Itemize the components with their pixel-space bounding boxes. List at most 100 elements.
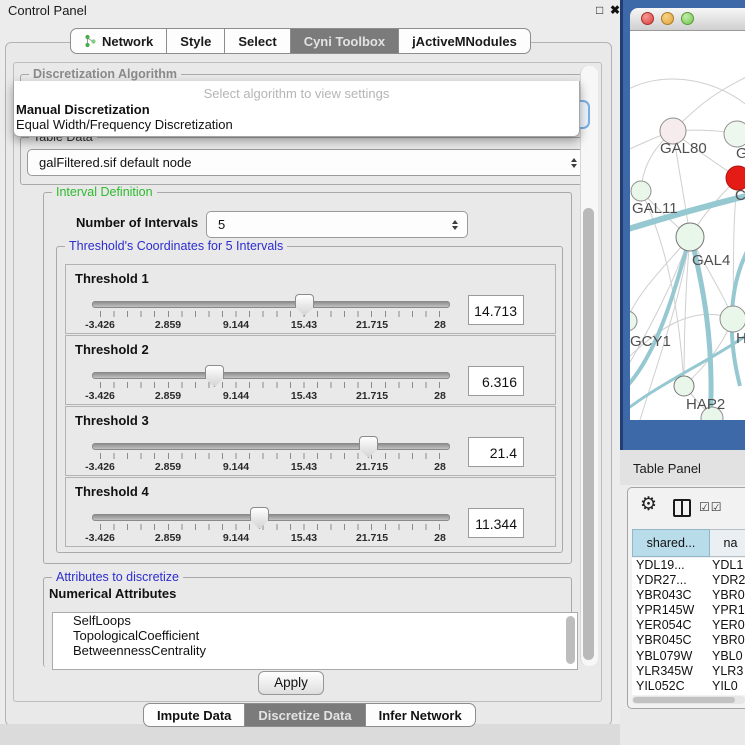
table-data-combo[interactable]: galFiltered.sif default node [27,149,587,176]
slider-track [92,514,450,521]
stepper-icon [452,220,458,230]
columns-icon[interactable] [673,499,691,517]
node-label: GAL11 [632,200,678,217]
num-intervals-combo[interactable]: 5 [206,211,468,238]
float-window-icon[interactable]: □ [596,3,603,17]
table-row[interactable]: YBR043CYBR0 [632,588,745,603]
close-icon[interactable]: ✖ [610,3,620,17]
network-window-titlebar[interactable] [630,8,745,31]
node-label: GAL80 [660,140,707,157]
table-row[interactable]: YBR045CYBR0 [632,633,745,648]
node-partial-top[interactable] [724,121,745,147]
tab-network[interactable]: Network [70,28,167,54]
list-item[interactable]: SelfLoops [53,613,577,628]
attributes-group-title: Attributes to discretize [52,570,183,584]
node-gcy1[interactable] [630,311,637,331]
tab-select[interactable]: Select [225,28,290,54]
tab-jactivemnodules[interactable]: jActiveMNodules [399,28,531,54]
list-item[interactable]: BetweennessCentrality [53,643,577,658]
tab-infer-network[interactable]: Infer Network [366,703,476,727]
table-body[interactable]: YDL19...YDL1 YDR27...YDR2 YBR043CYBR0 YP… [632,558,745,695]
table-data-combo-value: galFiltered.sif default node [28,155,571,170]
close-traffic-light[interactable] [641,12,654,25]
column-header-shared-name[interactable]: shared... [632,529,710,557]
slider-ticks [100,382,440,388]
zoom-traffic-light[interactable] [681,12,694,25]
network-canvas[interactable]: GAL80 GA C GAL11 GAL4 GCY1 H HAP2 [630,31,745,420]
threshold-3-value[interactable]: 21.4 [468,437,524,467]
threshold-2-value[interactable]: 6.316 [468,366,524,396]
tab-discretize-data[interactable]: Discretize Data [245,703,365,727]
threshold-2-slider[interactable]: -3.426 2.859 9.144 15.43 21.715 28 [92,364,448,402]
slider-track [92,372,450,379]
table-row[interactable]: YPR145WYPR1 [632,603,745,618]
cyni-bottom-tabs: Impute Data Discretize Data Infer Networ… [143,703,476,727]
slider-ticks [100,524,440,530]
table-row[interactable]: YIL052CYIL0 [632,679,745,694]
column-header-name[interactable]: na [710,529,745,557]
slider-ticks [100,311,440,317]
node-hap2[interactable] [674,376,694,396]
thresholds-group: Threshold's Coordinates for 5 Intervals … [56,246,563,553]
node-gal4[interactable] [676,223,704,251]
num-intervals-value: 5 [207,217,452,232]
apply-button[interactable]: Apply [258,671,324,695]
threshold-2-row: Threshold 2 -3.426 2.859 9.144 15.43 21.… [65,335,556,405]
tab-network-label: Network [102,34,153,49]
numerical-attributes-list[interactable]: SelfLoops TopologicalCoefficient Between… [52,612,578,670]
control-panel-titlebar: Control Panel □ ✖ [0,0,620,22]
minimize-traffic-light[interactable] [661,12,674,25]
node-label: GAL4 [692,252,730,269]
table-panel-background [620,709,745,745]
node-label: C [735,187,745,204]
table-row[interactable]: YBL079WYBL0 [632,649,745,664]
node-label: HAP2 [686,396,725,413]
stepper-icon [571,158,577,168]
list-item[interactable]: TopologicalCoefficient [53,628,577,643]
table-hscrollbar-thumb[interactable] [633,697,735,703]
bottom-background [0,724,620,745]
network-graph: GAL80 GA C GAL11 GAL4 GCY1 H HAP2 [630,31,745,420]
table-row[interactable]: YDR27...YDR2 [632,573,745,588]
tab-impute-data[interactable]: Impute Data [143,703,245,727]
threshold-4-slider[interactable]: -3.426 2.859 9.144 15.43 21.715 28 [92,506,448,544]
popup-option-manual[interactable]: Manual Discretization [16,102,150,117]
node-gal11[interactable] [631,181,651,201]
gear-icon[interactable]: ⚙ [640,494,657,516]
table-row[interactable]: YER054CYER0 [632,618,745,633]
node-label: GA [736,145,745,162]
numerical-attributes-label: Numerical Attributes [49,586,176,601]
threshold-1-value[interactable]: 14.713 [468,295,524,325]
node-h[interactable] [720,306,745,332]
table-row[interactable]: YLR345WYLR3 [632,664,745,679]
threshold-3-slider[interactable]: -3.426 2.859 9.144 15.43 21.715 28 [92,435,448,473]
popup-option-equal-width[interactable]: Equal Width/Frequency Discretization [16,117,233,132]
panel-scrollbar-thumb[interactable] [583,208,594,660]
table-row[interactable]: YDL19...YDL1 [632,558,745,573]
interval-definition-title: Interval Definition [52,185,157,199]
interval-definition-group: Interval Definition Number of Intervals … [43,192,572,564]
algorithm-dropdown-popup: Select algorithm to view settings Manual… [13,81,580,137]
slider-ticks [100,453,440,459]
tab-cyni-toolbox[interactable]: Cyni Toolbox [291,28,399,54]
table-header-row: shared... na [632,529,745,557]
select-columns-icon[interactable]: ☑☑ [699,500,723,514]
application-window: Control Panel □ ✖ Network Style Select C… [0,0,745,745]
threshold-4-row: Threshold 4 -3.426 2.859 9.144 15.43 21.… [65,477,556,547]
threshold-3-row: Threshold 3 -3.426 2.859 9.144 15.43 21.… [65,406,556,476]
table-hscrollbar[interactable] [632,696,745,704]
network-icon [84,34,97,48]
control-panel-tabs: Network Style Select Cyni Toolbox jActiv… [70,28,531,54]
table-panel-title: Table Panel [633,461,701,476]
slider-track [92,301,450,308]
list-scrollbar[interactable] [566,616,575,664]
threshold-4-value[interactable]: 11.344 [468,508,524,538]
threshold-1-slider[interactable]: -3.426 2.859 9.144 15.43 21.715 28 [92,293,448,331]
threshold-1-row: Threshold 1 -3.426 2.859 9.144 15.43 21.… [65,264,556,334]
algorithm-group-title: Discretization Algorithm [29,67,181,81]
panel-title: Control Panel [8,3,87,18]
slider-track [92,443,450,450]
tab-style[interactable]: Style [167,28,225,54]
table-panel-titlebar: Table Panel [620,450,745,485]
network-window-frame-edge [620,0,623,450]
